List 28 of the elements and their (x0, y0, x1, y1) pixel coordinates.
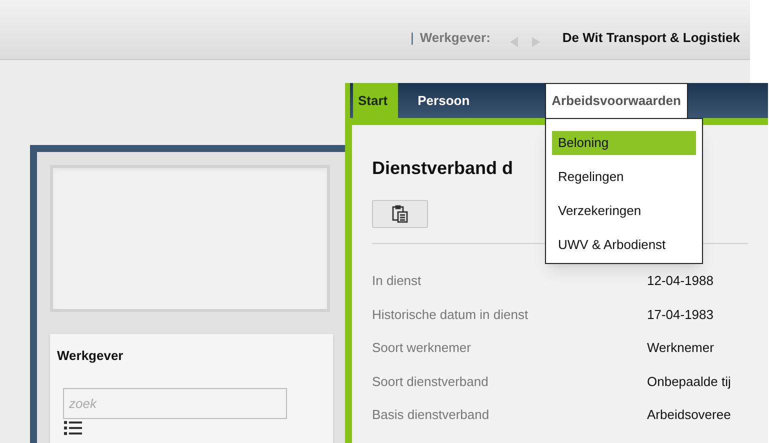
tab[interactable]: Start (353, 83, 398, 118)
field-label: In dienst (372, 272, 422, 290)
search-field[interactable]: zoek (63, 388, 287, 418)
right-triangle-icon (532, 37, 540, 47)
field-label: Soort werknemer (372, 339, 472, 358)
menu-item[interactable]: Beloning (552, 131, 696, 155)
field-value: 12-04-1988 (647, 272, 714, 290)
tab[interactable]: Persoon (412, 83, 475, 118)
field-value: Arbeidsoveree (647, 406, 731, 424)
clipboard-icon (392, 205, 408, 223)
field-value: Onbepaalde tij (647, 372, 731, 391)
separator: | (410, 28, 414, 47)
left-triangle-icon (510, 37, 518, 47)
field-value: 17-04-1983 (647, 306, 714, 324)
clipboard-button[interactable] (372, 200, 428, 228)
menu-item[interactable]: Regelingen (552, 165, 696, 189)
field-label: Soort dienstverband (372, 372, 490, 391)
section-title: Dienstverband d (372, 157, 514, 179)
field-label: Historische datum in dienst (372, 306, 530, 324)
field-value: Werknemer (647, 339, 714, 358)
tab[interactable]: Arbeidsvoorwaarden (544, 83, 688, 118)
employer-name: De Wit Transport & Logistiek (562, 28, 740, 47)
list-icon[interactable] (64, 420, 82, 434)
card-title: Werkgever (57, 347, 124, 365)
field-label: Basis dienstverband (372, 406, 490, 424)
menu-item[interactable]: Verzekeringen (552, 199, 696, 223)
employer-label: Werkgever: (420, 28, 490, 47)
menu-item[interactable]: UWV & Arbodienst (552, 233, 696, 257)
